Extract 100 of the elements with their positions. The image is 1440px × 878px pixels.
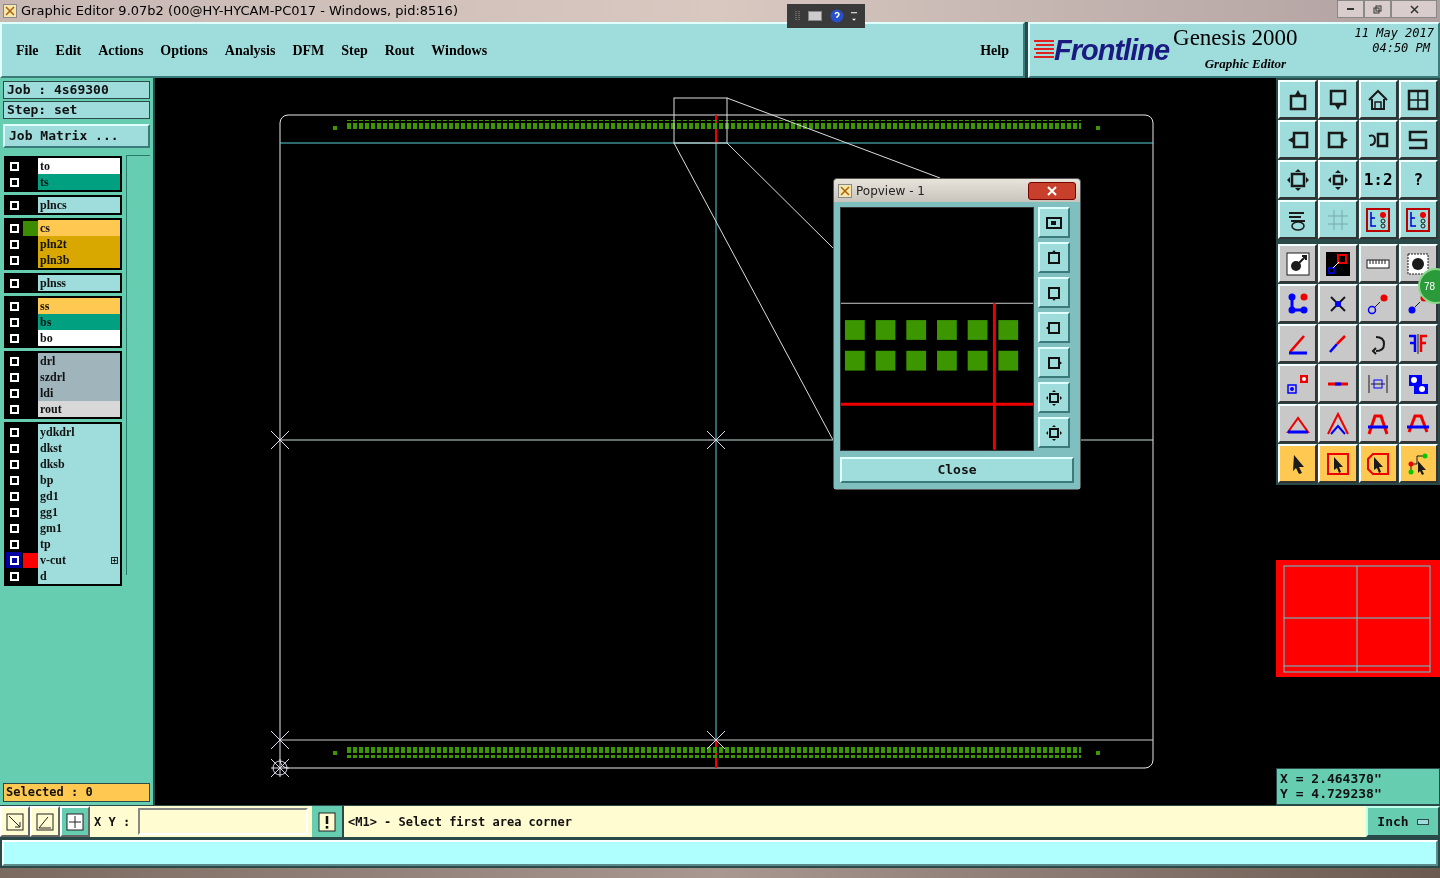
view-button[interactable] xyxy=(1038,312,1070,343)
tool-button[interactable] xyxy=(1358,324,1398,363)
snap-button[interactable] xyxy=(0,806,30,837)
layer-color-swatch[interactable] xyxy=(22,552,38,568)
layer-name[interactable]: bo xyxy=(38,330,120,346)
tool-button[interactable] xyxy=(1398,324,1438,363)
maximize-button[interactable] xyxy=(1364,0,1391,18)
pad xyxy=(1096,751,1100,755)
view-button[interactable] xyxy=(1038,207,1070,238)
tool-button[interactable] xyxy=(1358,364,1398,403)
view-button[interactable] xyxy=(1038,382,1070,413)
tool-button[interactable] xyxy=(1278,444,1318,483)
menu-item[interactable]: Help xyxy=(980,39,1009,61)
alert-button[interactable] xyxy=(312,806,342,837)
tool-button[interactable] xyxy=(1318,160,1358,199)
layer-name[interactable]: d xyxy=(38,568,120,584)
line-squares-icon xyxy=(1325,251,1350,276)
tool-button[interactable] xyxy=(1398,404,1438,443)
tool-button[interactable] xyxy=(1398,364,1438,403)
tool-button[interactable] xyxy=(1278,324,1318,363)
layer-name[interactable]: cs xyxy=(38,220,120,236)
menu-item[interactable]: Step xyxy=(341,39,368,61)
layer-name[interactable]: szdrl xyxy=(38,369,120,385)
menu-item[interactable]: Actions xyxy=(98,39,144,61)
pad xyxy=(333,126,337,130)
coordinate-input-field[interactable] xyxy=(138,808,308,835)
minimize-icon xyxy=(1346,8,1355,10)
tool-button[interactable] xyxy=(1318,200,1358,239)
tool-button[interactable] xyxy=(1318,120,1358,159)
tool-button[interactable] xyxy=(1358,244,1398,283)
tool-button[interactable] xyxy=(1398,80,1438,119)
tool-button[interactable]: 1:2 xyxy=(1358,160,1398,199)
tool-button[interactable] xyxy=(1278,80,1318,119)
units-dropdown[interactable]: Inch xyxy=(1366,806,1440,837)
layer-name[interactable]: bs xyxy=(38,314,120,330)
tool-button[interactable] xyxy=(1318,80,1358,119)
step-label: Step: set xyxy=(3,101,150,119)
view-button[interactable] xyxy=(1038,277,1070,308)
close-button[interactable]: Close xyxy=(840,457,1074,483)
menu-item[interactable]: File xyxy=(16,39,39,61)
tool-button[interactable] xyxy=(1398,444,1438,483)
menu-item[interactable]: Analysis xyxy=(224,39,276,61)
tool-button[interactable] xyxy=(1278,244,1318,283)
tool-button[interactable] xyxy=(1398,200,1438,239)
tool-button[interactable] xyxy=(1398,120,1438,159)
tool-button[interactable]: ? xyxy=(1398,160,1438,199)
scroll-bar[interactable] xyxy=(126,155,150,575)
job-matrix-button[interactable]: Job Matrix ... xyxy=(3,124,150,148)
layer-name[interactable]: ydkdrl xyxy=(38,424,120,440)
layer-name[interactable]: plncs xyxy=(38,197,120,213)
tool-button[interactable] xyxy=(1358,80,1398,119)
view-button[interactable] xyxy=(1038,347,1070,378)
layer-name[interactable]: pln2t xyxy=(38,236,120,252)
tool-button[interactable] xyxy=(1278,364,1318,403)
view-button[interactable] xyxy=(1038,242,1070,273)
layer-name[interactable]: gg1 xyxy=(38,504,120,520)
menu-item[interactable]: Options xyxy=(160,39,208,61)
layer-name[interactable]: ldi xyxy=(38,385,120,401)
layer-name[interactable]: drl xyxy=(38,353,120,369)
tool-button[interactable] xyxy=(1278,284,1318,323)
tool-button[interactable] xyxy=(1278,120,1318,159)
tool-button[interactable] xyxy=(1318,404,1358,443)
tool-button[interactable] xyxy=(1358,200,1398,239)
layer-name[interactable]: dkst xyxy=(38,440,120,456)
tool-button[interactable] xyxy=(1318,324,1358,363)
minimize-button[interactable] xyxy=(1337,0,1364,18)
close-button[interactable] xyxy=(1028,181,1076,200)
layer-name[interactable]: pln3b xyxy=(38,252,120,268)
view-button[interactable] xyxy=(1038,417,1070,448)
tool-button[interactable] xyxy=(1278,200,1318,239)
tool-button[interactable] xyxy=(1358,284,1398,323)
layer-affect-button[interactable] xyxy=(6,552,22,568)
tool-button[interactable] xyxy=(1318,284,1358,323)
layer-name[interactable]: tp xyxy=(38,536,120,552)
menu-item[interactable]: Windows xyxy=(431,39,488,61)
layer-name[interactable]: gm1 xyxy=(38,520,120,536)
layer-name[interactable]: bp xyxy=(38,472,120,488)
tool-button[interactable] xyxy=(1278,160,1318,199)
tool-button[interactable] xyxy=(1318,364,1358,403)
tool-button[interactable] xyxy=(1358,120,1398,159)
menu-item[interactable]: Edit xyxy=(55,39,82,61)
layer-name[interactable]: v-cut xyxy=(38,552,120,568)
layer-color-swatch[interactable] xyxy=(22,220,38,236)
y-coordinate: Y = 4.729238" xyxy=(1280,786,1383,801)
menu-item[interactable]: DFM xyxy=(292,39,325,61)
snap-button[interactable] xyxy=(60,806,90,837)
layer-name[interactable]: ss xyxy=(38,298,120,314)
tool-button[interactable] xyxy=(1358,444,1398,483)
tool-button[interactable] xyxy=(1278,404,1318,443)
menu-item[interactable]: Rout xyxy=(384,39,415,61)
layer-name[interactable]: gd1 xyxy=(38,488,120,504)
layer-name[interactable]: ts xyxy=(38,174,120,190)
tool-button[interactable] xyxy=(1318,244,1358,283)
tool-button[interactable] xyxy=(1358,404,1398,443)
tool-button[interactable] xyxy=(1318,444,1358,483)
layer-name[interactable]: rout xyxy=(38,401,120,417)
snap-button[interactable] xyxy=(30,806,60,837)
layer-name[interactable]: to xyxy=(38,158,120,174)
layer-name[interactable]: dksb xyxy=(38,456,120,472)
layer-name[interactable]: plnss xyxy=(38,275,120,291)
